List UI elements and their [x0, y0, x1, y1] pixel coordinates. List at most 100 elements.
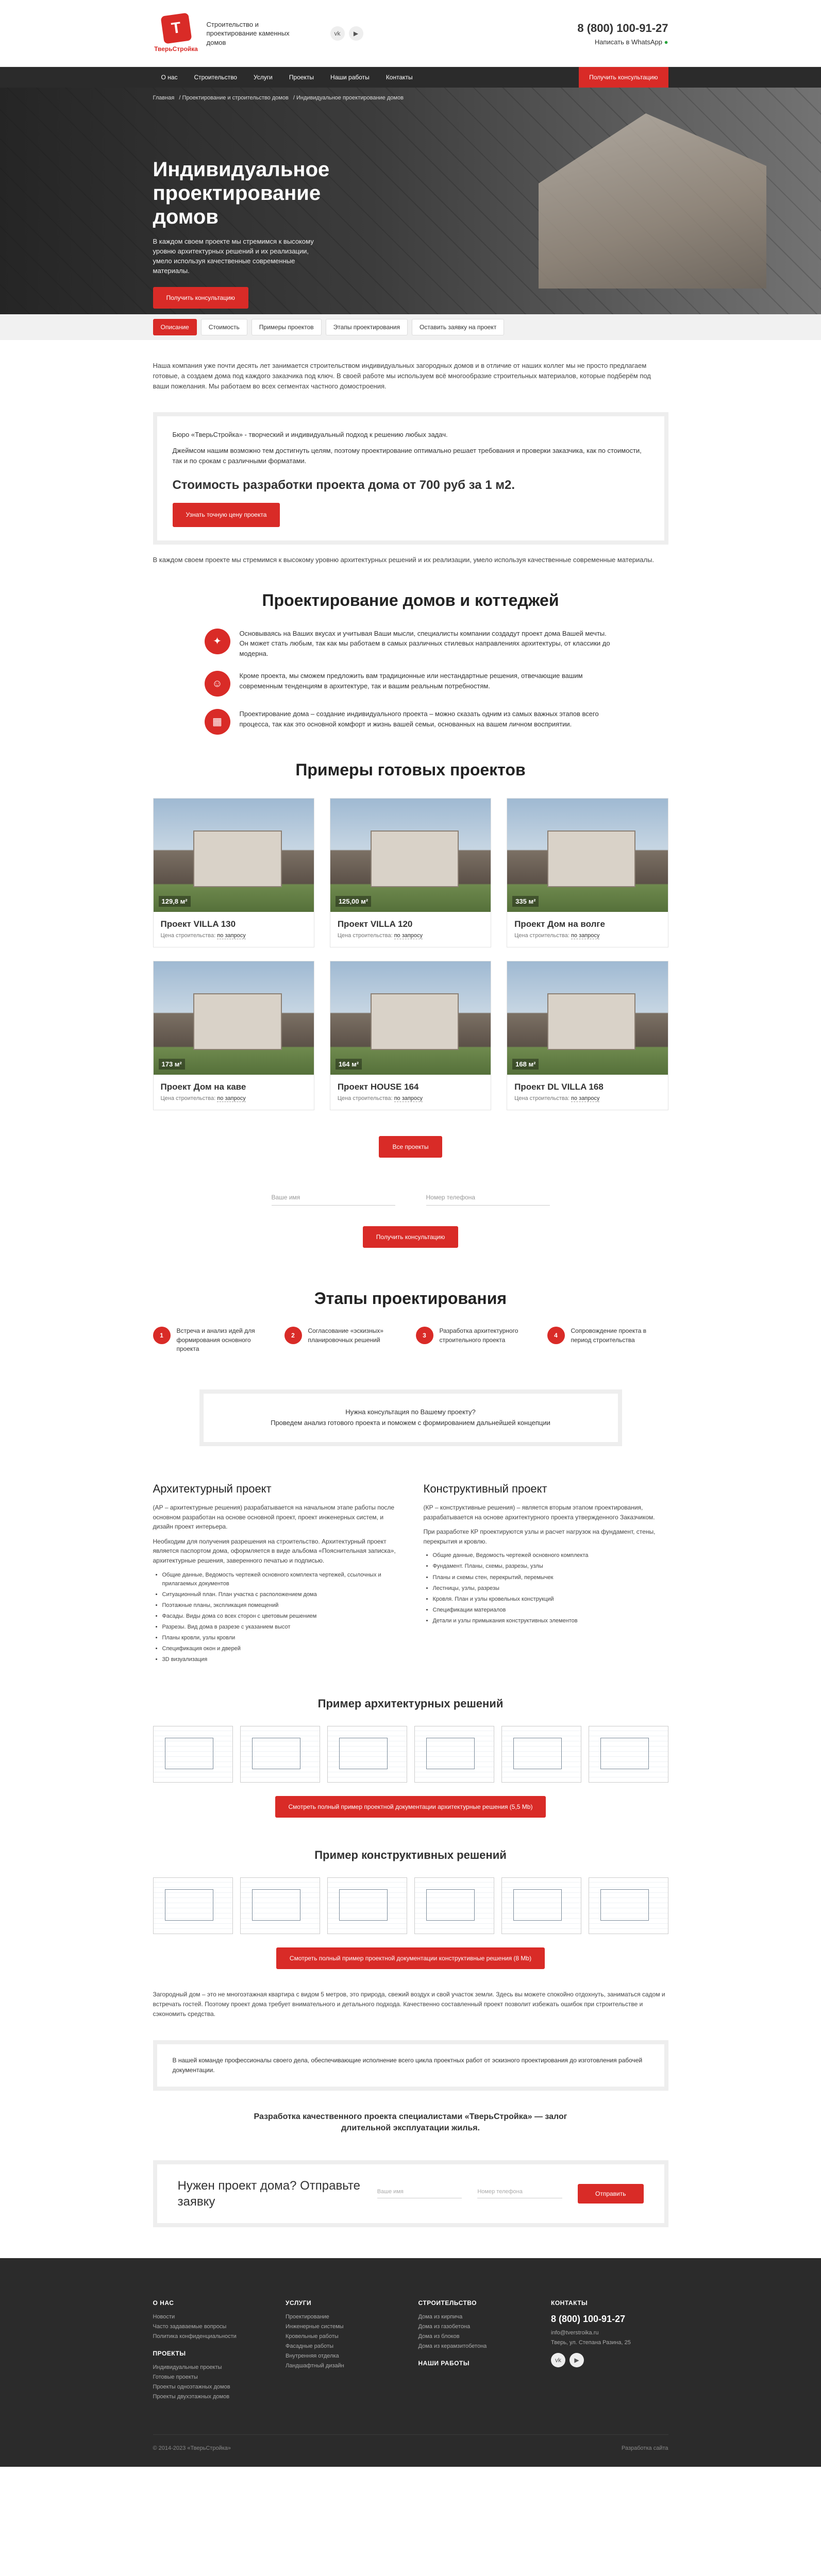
list-item: Кровля. План и узлы кровельных конструкц…	[433, 1595, 668, 1604]
footer-link[interactable]: Готовые проекты	[153, 2374, 271, 2380]
list-item: Детали и узлы примыкания конструктивных …	[433, 1617, 668, 1625]
project-photo: 125,00 м²	[330, 799, 491, 912]
vk-icon[interactable]: vk	[551, 2353, 565, 2368]
stage-text: Встреча и анализ идей для формирования о…	[176, 1327, 255, 1353]
footer-link[interactable]: Новости	[153, 2314, 271, 2320]
price-box-line1: Бюро «ТверьСтройка» - творческий и индив…	[172, 431, 448, 439]
all-projects-button[interactable]: Все проекты	[379, 1136, 442, 1158]
hero-consult-button[interactable]: Получить консультацию	[153, 287, 248, 309]
drawing-thumbnail[interactable]	[501, 1877, 581, 1935]
arch-p1: (АР – архитектурные решения) разрабатыва…	[153, 1504, 395, 1531]
price-label: Цена строительства:	[160, 933, 216, 939]
footer-link[interactable]: Часто задаваемые вопросы	[153, 2324, 271, 2330]
nav-item-about[interactable]: О нас	[153, 67, 186, 88]
list-item: Общие данные, Ведомость чертежей основно…	[162, 1571, 398, 1588]
footer-link[interactable]: Дома из кирпича	[418, 2314, 536, 2320]
footer-heading[interactable]: НАШИ РАБОТЫ	[418, 2360, 536, 2367]
footer-link[interactable]: Проекты двухэтажных домов	[153, 2394, 271, 2400]
stage-number: 3	[415, 1327, 433, 1345]
footer-link[interactable]: Проекты одноэтажных домов	[153, 2384, 271, 2390]
drawing-thumbnail[interactable]	[327, 1726, 407, 1783]
phone-input[interactable]: Номер телефона	[426, 1194, 550, 1206]
drawing-thumbnail[interactable]	[240, 1877, 320, 1935]
price-button[interactable]: Узнать точную цену проекта	[172, 503, 280, 527]
stage-item: 1 Встреча и анализ идей для формирования …	[153, 1327, 274, 1353]
constr-example-button[interactable]: Смотреть полный пример проектной докумен…	[276, 1947, 545, 1970]
footer-link[interactable]: Дома из керамзитобетона	[418, 2343, 536, 2349]
logo-mark-icon: Т	[160, 12, 192, 44]
breadcrumb-home[interactable]: Главная	[153, 95, 175, 101]
project-card[interactable]: 129,8 м² Проект VILLA 130 Цена строитель…	[153, 798, 314, 948]
footer-phone[interactable]: 8 (800) 100-91-27	[551, 2314, 668, 2325]
footer-link[interactable]: Кровельные работы	[286, 2333, 403, 2340]
project-card[interactable]: 125,00 м² Проект VILLA 120 Цена строител…	[329, 798, 492, 948]
form-consult-button[interactable]: Получить консультацию	[362, 1226, 459, 1248]
arch-example-button[interactable]: Смотреть полный пример проектной докумен…	[275, 1796, 546, 1818]
developer-link[interactable]: Разработка сайта	[622, 2445, 668, 2451]
project-area: 125,00 м²	[335, 896, 372, 907]
request-phone-input[interactable]: Номер телефона	[477, 2189, 562, 2199]
drawing-thumbnail[interactable]	[327, 1877, 407, 1935]
nav-item-contacts[interactable]: Контакты	[378, 67, 421, 88]
drawing-thumbnail[interactable]	[501, 1726, 581, 1783]
project-card[interactable]: 173 м² Проект Дом на каве Цена строитель…	[153, 961, 314, 1111]
price-box: Бюро «ТверьСтройка» - творческий и индив…	[153, 412, 668, 545]
name-input[interactable]: Ваше имя	[271, 1194, 395, 1206]
closing-box: В нашей команде профессионалы своего дел…	[153, 2040, 668, 2091]
stage-item: 2 Согласование «эскизных» планировочных р…	[284, 1327, 406, 1353]
price-label: Цена строительства:	[514, 933, 569, 939]
footer-link[interactable]: Проектирование	[286, 2314, 403, 2320]
drawing-thumbnail[interactable]	[588, 1877, 668, 1935]
drawing-thumbnail[interactable]	[414, 1877, 494, 1935]
section-tabs: Описание Стоимость Примеры проектов Этап…	[0, 314, 821, 340]
drawing-thumbnail[interactable]	[588, 1726, 668, 1783]
project-area: 173 м²	[158, 1059, 185, 1070]
logo[interactable]: Т ТверьСтройка	[153, 8, 199, 59]
youtube-icon[interactable]: ▶	[348, 26, 363, 41]
tab-stages[interactable]: Этапы проектирования	[325, 319, 408, 335]
footer-link[interactable]: Ландшафтный дизайн	[286, 2363, 403, 2369]
tab-price[interactable]: Стоимость	[200, 319, 247, 335]
breadcrumb-design[interactable]: Проектирование и строительство домов	[182, 95, 289, 101]
feature-text: Кроме проекта, мы сможем предложить вам …	[239, 672, 583, 690]
youtube-icon[interactable]: ▶	[569, 2353, 584, 2368]
lightbulb-icon: ✦	[204, 628, 230, 654]
footer-link[interactable]: Дома из блоков	[418, 2333, 536, 2340]
project-photo: 168 м²	[507, 961, 668, 1075]
stage-number: 1	[153, 1327, 171, 1345]
request-send-button[interactable]: Отправить	[578, 2183, 644, 2204]
request-name-input[interactable]: Ваше имя	[377, 2189, 462, 2199]
footer-link[interactable]: Политика конфиденциальности	[153, 2333, 271, 2340]
project-card[interactable]: 168 м² Проект DL VILLA 168 Цена строител…	[507, 961, 668, 1111]
nav-item-projects[interactable]: Проекты	[281, 67, 322, 88]
tab-request[interactable]: Оставить заявку на проект	[411, 319, 505, 335]
feature-text: Основываясь на Ваших вкусах и учитывая В…	[239, 629, 610, 657]
stages-title: Этапы проектирования	[314, 1289, 507, 1308]
header-phone[interactable]: 8 (800) 100-91-27	[577, 22, 668, 35]
drawing-thumbnail[interactable]	[153, 1877, 233, 1935]
drawing-thumbnail[interactable]	[240, 1726, 320, 1783]
list-item: 3D визуализация	[162, 1655, 398, 1664]
vk-icon[interactable]: vk	[330, 26, 345, 41]
footer-link[interactable]: Внутренняя отделка	[286, 2353, 403, 2359]
nav-item-construction[interactable]: Строительство	[186, 67, 245, 88]
consult-form: Ваше имя Номер телефона	[0, 1194, 821, 1206]
whatsapp-link[interactable]: Написать в WhatsApp ●	[577, 38, 668, 46]
tab-description[interactable]: Описание	[153, 319, 197, 335]
nav-item-works[interactable]: Наши работы	[322, 67, 378, 88]
footer-link[interactable]: Индивидуальные проекты	[153, 2364, 271, 2370]
project-area: 164 м²	[335, 1059, 362, 1070]
project-card[interactable]: 164 м² Проект HOUSE 164 Цена строительст…	[329, 961, 492, 1111]
drawing-thumbnail[interactable]	[414, 1726, 494, 1783]
nav-consult-button[interactable]: Получить консультацию	[579, 67, 668, 88]
footer-link[interactable]: Дома из газобетона	[418, 2324, 536, 2330]
footer-link[interactable]: Инженерные системы	[286, 2324, 403, 2330]
project-area: 168 м²	[512, 1059, 539, 1070]
footer-email[interactable]: info@tverstroika.ru	[551, 2330, 668, 2336]
footer-link[interactable]: Фасадные работы	[286, 2343, 403, 2349]
drawing-thumbnail[interactable]	[153, 1726, 233, 1783]
nav-item-services[interactable]: Услуги	[245, 67, 281, 88]
project-card[interactable]: 335 м² Проект Дом на волге Цена строител…	[507, 798, 668, 948]
tab-examples[interactable]: Примеры проектов	[251, 319, 322, 335]
feature-item: ☺ Кроме проекта, мы сможем предложить вам…	[204, 671, 617, 697]
